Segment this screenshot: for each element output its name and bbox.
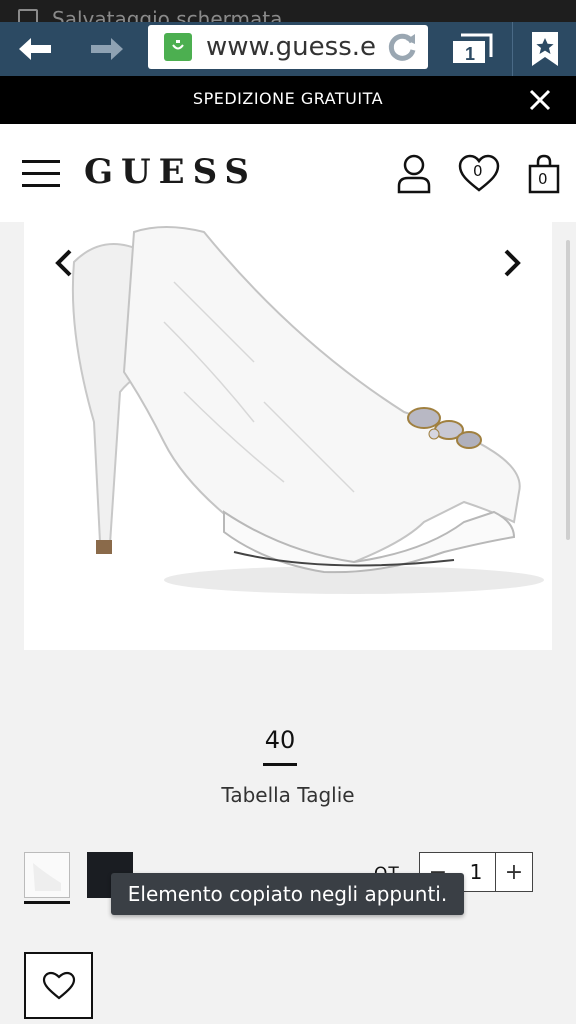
tabs-icon: 1 [453,33,493,64]
bookmark-button[interactable] [512,22,576,76]
next-image-button[interactable] [500,248,524,278]
promo-close-button[interactable] [528,88,552,112]
color-swatch-white[interactable] [24,852,70,898]
user-icon [397,154,431,194]
screen: Salvataggio schermata www.guess.e 1 SPED… [0,0,576,1024]
quantity-increase-button[interactable]: + [495,852,533,892]
menu-button[interactable] [22,160,60,188]
product-image [24,222,552,650]
cart-button[interactable]: 0 [528,154,560,194]
notification-text: Salvataggio schermata [52,7,283,22]
screenshot-notification: Salvataggio schermata [18,8,282,22]
selected-size[interactable]: 40 [0,726,560,754]
cart-count: 0 [538,170,548,188]
url-text: www.guess.e [206,32,377,62]
size-underline [263,763,297,766]
back-button[interactable] [0,22,70,76]
arrow-left-icon [19,38,51,60]
address-bar[interactable]: www.guess.e [148,25,428,69]
prev-image-button[interactable] [52,248,76,278]
bookmark-star-icon [531,32,558,66]
product-gallery [0,222,576,692]
close-icon [529,89,551,111]
chevron-right-icon [504,249,521,277]
add-to-wishlist-button[interactable] [24,952,93,1019]
arrow-right-icon [91,38,123,60]
page-scrollbar[interactable] [566,240,570,540]
browser-toolbar: www.guess.e 1 [0,22,576,76]
heart-icon [42,971,75,999]
favicon-icon [172,40,184,50]
size-chart-link[interactable]: Tabella Taglie [0,783,576,807]
status-bar: Salvataggio schermata [0,0,576,22]
chevron-left-icon [55,249,72,277]
wishlist-header-button[interactable]: 0 [458,154,500,194]
site-header: GUESS 0 0 [0,124,576,222]
screenshot-icon [18,9,38,22]
site-favicon [164,33,192,61]
tabs-button[interactable]: 1 [442,22,502,76]
swatch-white-image [33,863,61,891]
reload-button[interactable] [384,29,420,65]
account-button[interactable] [396,154,436,194]
promo-text: SPEDIZIONE GRATUITA [192,89,384,108]
wishlist-count: 0 [473,162,483,180]
promo-banner: SPEDIZIONE GRATUITA [0,76,576,124]
guess-logo[interactable]: GUESS [84,152,257,192]
forward-button[interactable] [72,22,142,76]
selected-swatch-indicator [24,901,70,904]
tab-count: 1 [465,44,475,64]
reload-icon [388,33,416,61]
shoe-image [71,226,544,594]
clipboard-toast: Elemento copiato negli appunti. [111,873,464,915]
